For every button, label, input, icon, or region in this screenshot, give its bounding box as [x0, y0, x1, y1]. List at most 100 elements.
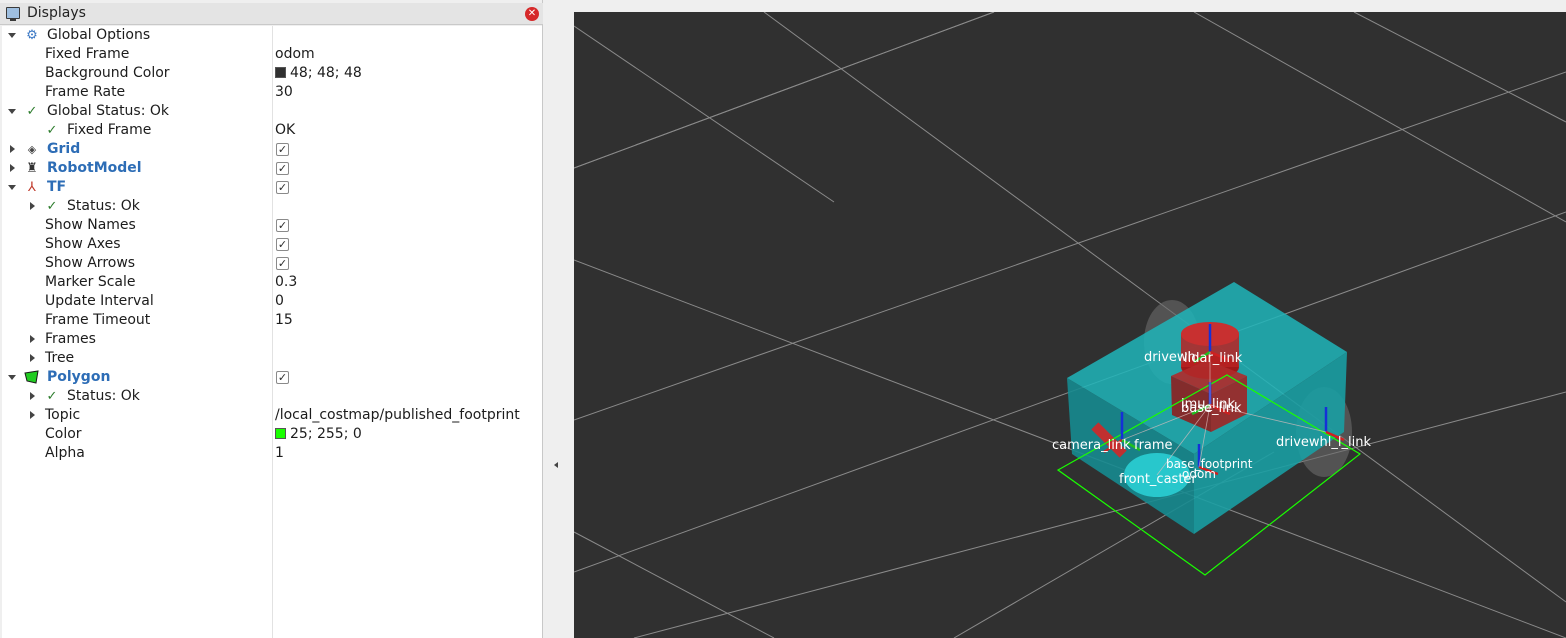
tree-row-show-arrows[interactable]: Show Arrows ✓ — [2, 254, 542, 273]
panel-splitter[interactable] — [544, 0, 573, 638]
expand-arrow-icon[interactable] — [10, 145, 15, 153]
color-swatch — [275, 428, 286, 439]
checkmark-icon: ✓ — [46, 123, 58, 138]
polygon-status-label: Status: Ok — [67, 388, 140, 404]
displays-titlebar: Displays ✕ — [0, 3, 543, 25]
tree-row-show-names[interactable]: Show Names ✓ — [2, 216, 542, 235]
frame-label-base: base_link — [1181, 401, 1242, 416]
tf-status-label: Status: Ok — [67, 198, 140, 214]
monitor-icon — [6, 7, 20, 21]
tree-label: Tree — [45, 350, 75, 366]
tree-row-robot-model[interactable]: ♜ RobotModel ✓ — [2, 159, 542, 178]
background-color-label: Background Color — [45, 65, 170, 81]
checkmark-icon: ✓ — [46, 199, 58, 214]
global-status-label: Global Status: Ok — [47, 103, 170, 119]
expand-arrow-icon[interactable] — [8, 185, 16, 190]
tree-row-tf-status[interactable]: ✓ Status: Ok — [2, 197, 542, 216]
grid-display-label: Grid — [47, 141, 81, 157]
tree-row-tf[interactable]: ⅄ TF ✓ — [2, 178, 542, 197]
expand-arrow-icon[interactable] — [10, 164, 15, 172]
frame-label-camera-frame: frame — [1134, 438, 1173, 453]
tree-row-status-fixed-frame[interactable]: ✓ Fixed Frame OK — [2, 121, 542, 140]
expand-arrow-icon[interactable] — [30, 335, 35, 343]
show-names-label: Show Names — [45, 217, 136, 233]
frame-label-front-caster: front_caster — [1119, 472, 1197, 487]
fixed-frame-value[interactable]: odom — [275, 46, 315, 62]
topic-value[interactable]: /local_costmap/published_footprint — [275, 407, 520, 423]
tree-row-frame-rate[interactable]: Frame Rate 30 — [2, 83, 542, 102]
show-axes-label: Show Axes — [45, 236, 121, 252]
robot-model-display-label: RobotModel — [47, 160, 142, 176]
alpha-label: Alpha — [45, 445, 85, 461]
show-names-checkbox[interactable]: ✓ — [276, 219, 289, 232]
close-icon[interactable]: ✕ — [525, 7, 539, 21]
expand-arrow-icon[interactable] — [30, 392, 35, 400]
axes-icon: ⅄ — [28, 180, 36, 195]
background-color-value[interactable]: 48; 48; 48 — [275, 65, 362, 81]
fixed-frame-label: Fixed Frame — [45, 46, 130, 62]
tree-row-polygon-status[interactable]: ✓ Status: Ok — [2, 387, 542, 406]
tree-row-show-axes[interactable]: Show Axes ✓ — [2, 235, 542, 254]
expand-arrow-icon[interactable] — [8, 375, 16, 380]
tree-row-update-interval[interactable]: Update Interval 0 — [2, 292, 542, 311]
color-swatch — [275, 67, 286, 78]
tree-row-fixed-frame[interactable]: Fixed Frame odom — [2, 45, 542, 64]
panel-title: Displays — [27, 5, 86, 21]
frames-label: Frames — [45, 331, 96, 347]
collapse-arrow-icon[interactable] — [554, 462, 558, 468]
expand-arrow-icon[interactable] — [30, 411, 35, 419]
update-interval-label: Update Interval — [45, 293, 154, 309]
color-value[interactable]: 25; 255; 0 — [275, 426, 362, 442]
frame-label-camera: camera_link — [1052, 438, 1131, 453]
alpha-value[interactable]: 1 — [275, 445, 284, 461]
polygon-display-label: Polygon — [47, 369, 111, 385]
show-axes-checkbox[interactable]: ✓ — [276, 238, 289, 251]
tree-row-global-options[interactable]: ⚙ Global Options — [2, 26, 542, 45]
tree-row-frame-timeout[interactable]: Frame Timeout 15 — [2, 311, 542, 330]
update-interval-value[interactable]: 0 — [275, 293, 284, 309]
grid-lines — [574, 12, 1566, 638]
frame-timeout-value[interactable]: 15 — [275, 312, 293, 328]
tree-row-marker-scale[interactable]: Marker Scale 0.3 — [2, 273, 542, 292]
tf-enabled-checkbox[interactable]: ✓ — [276, 181, 289, 194]
frame-rate-value[interactable]: 30 — [275, 84, 293, 100]
frame-label-drivewhl-right: drivewhl_l_link — [1276, 435, 1371, 450]
color-text: 25; 255; 0 — [290, 426, 362, 442]
checkmark-icon: ✓ — [46, 389, 58, 404]
show-arrows-checkbox[interactable]: ✓ — [276, 257, 289, 270]
status-fixed-frame-label: Fixed Frame — [67, 122, 152, 138]
robot-model-enabled-checkbox[interactable]: ✓ — [276, 162, 289, 175]
polygon-icon — [24, 370, 40, 385]
expand-arrow-icon[interactable] — [30, 202, 35, 210]
status-fixed-frame-value: OK — [275, 122, 296, 138]
robot-icon: ♜ — [26, 161, 38, 176]
tree-row-background-color[interactable]: Background Color 48; 48; 48 — [2, 64, 542, 83]
expand-arrow-icon[interactable] — [8, 109, 16, 114]
frame-timeout-label: Frame Timeout — [45, 312, 151, 328]
displays-panel: Displays ✕ ⚙ Global Options Fixed Frame … — [0, 0, 543, 638]
expand-arrow-icon[interactable] — [8, 33, 16, 38]
tree-row-frames[interactable]: Frames — [2, 330, 542, 349]
gear-icon: ⚙ — [26, 28, 38, 43]
tree-row-polygon[interactable]: Polygon ✓ — [2, 368, 542, 387]
checkmark-icon: ✓ — [26, 104, 38, 119]
grid-icon: ◈ — [27, 143, 37, 156]
tree-row-tree[interactable]: Tree — [2, 349, 542, 368]
polygon-enabled-checkbox[interactable]: ✓ — [276, 371, 289, 384]
3d-render-view[interactable]: drivewh lidar_link imu_link base_link ca… — [574, 12, 1566, 638]
grid-enabled-checkbox[interactable]: ✓ — [276, 143, 289, 156]
tree-row-grid[interactable]: ◈ Grid ✓ — [2, 140, 542, 159]
tree-row-global-status[interactable]: ✓ Global Status: Ok — [2, 102, 542, 121]
frame-label-lidar: lidar_link — [1184, 351, 1243, 366]
marker-scale-label: Marker Scale — [45, 274, 136, 290]
tree-row-color[interactable]: Color 25; 255; 0 — [2, 425, 542, 444]
displays-tree: ⚙ Global Options Fixed Frame odom Backgr… — [2, 26, 542, 638]
marker-scale-value[interactable]: 0.3 — [275, 274, 297, 290]
background-color-text: 48; 48; 48 — [290, 65, 362, 81]
expand-arrow-icon[interactable] — [30, 354, 35, 362]
tree-row-topic[interactable]: Topic /local_costmap/published_footprint — [2, 406, 542, 425]
tree-row-alpha[interactable]: Alpha 1 — [2, 444, 542, 463]
show-arrows-label: Show Arrows — [45, 255, 136, 271]
global-options-label: Global Options — [47, 27, 151, 43]
frame-rate-label: Frame Rate — [45, 84, 126, 100]
